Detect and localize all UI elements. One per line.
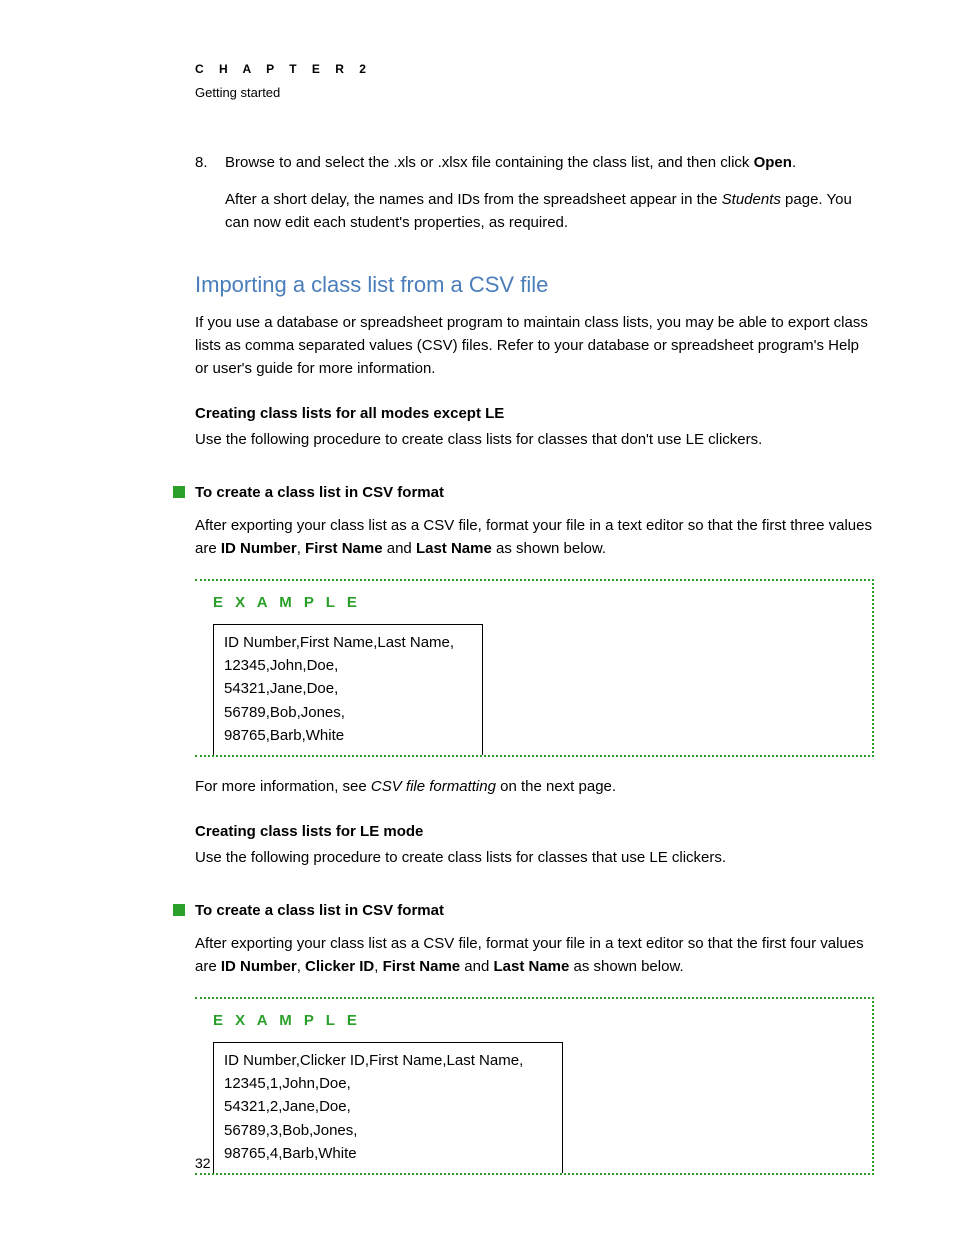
chapter-label: C H A P T E R 2	[195, 60, 874, 79]
bold-text: ID Number	[221, 540, 297, 557]
subheading-1: Creating class lists for all modes excep…	[195, 402, 874, 425]
subheading-2-text: Use the following procedure to create cl…	[195, 846, 874, 869]
example-1-block: E X A M P L E ID Number,First Name,Last …	[195, 579, 874, 758]
csv-line: ID Number,Clicker ID,First Name,Last Nam…	[224, 1049, 552, 1072]
example-label: E X A M P L E	[195, 581, 872, 622]
example-2-csv-box: ID Number,Clicker ID,First Name,Last Nam…	[213, 1042, 563, 1173]
csv-line: 98765,4,Barb,White	[224, 1142, 552, 1165]
bullet-square-icon	[173, 486, 185, 498]
csv-line: 98765,Barb,White	[224, 724, 472, 747]
text: as shown below.	[569, 958, 683, 975]
text: ,	[374, 958, 382, 975]
step-8-line-2: After a short delay, the names and IDs f…	[225, 188, 874, 235]
section-intro: If you use a database or spreadsheet pro…	[195, 311, 874, 381]
csv-line: 56789,3,Bob,Jones,	[224, 1119, 552, 1142]
text: as shown below.	[492, 540, 606, 557]
procedure-1-heading: To create a class list in CSV format	[195, 481, 444, 504]
page-number: 32	[195, 1153, 211, 1175]
csv-line: ID Number,First Name,Last Name,	[224, 631, 472, 654]
bold-text: First Name	[305, 540, 383, 557]
step-8: 8. Browse to and select the .xls or .xls…	[195, 151, 874, 235]
bold-text: Clicker ID	[305, 958, 374, 975]
bold-text: First Name	[383, 958, 461, 975]
csv-line: 54321,2,Jane,Doe,	[224, 1095, 552, 1118]
procedure-2-heading: To create a class list in CSV format	[195, 899, 444, 922]
text: ,	[297, 958, 305, 975]
text: Browse to and select the .xls or .xlsx f…	[225, 154, 754, 171]
procedure-2-text: After exporting your class list as a CSV…	[195, 932, 874, 979]
text: on the next page.	[496, 778, 616, 795]
procedure-2-heading-row: To create a class list in CSV format	[173, 899, 874, 922]
bold-text: Open	[754, 154, 792, 171]
more-info-text: For more information, see CSV file forma…	[195, 775, 874, 798]
chapter-header: C H A P T E R 2 Getting started	[195, 60, 874, 103]
procedure-1-text: After exporting your class list as a CSV…	[195, 514, 874, 561]
subheading-1-text: Use the following procedure to create cl…	[195, 428, 874, 451]
example-2-block: E X A M P L E ID Number,Clicker ID,First…	[195, 997, 874, 1176]
subheading-2: Creating class lists for LE mode	[195, 820, 874, 843]
bold-text: Last Name	[494, 958, 570, 975]
text: .	[792, 154, 796, 171]
csv-line: 12345,John,Doe,	[224, 654, 472, 677]
example-label: E X A M P L E	[195, 999, 872, 1040]
text: After a short delay, the names and IDs f…	[225, 191, 722, 208]
csv-line: 54321,Jane,Doe,	[224, 677, 472, 700]
example-1-csv-box: ID Number,First Name,Last Name, 12345,Jo…	[213, 624, 483, 755]
csv-line: 12345,1,John,Doe,	[224, 1072, 552, 1095]
step-number: 8.	[195, 151, 225, 235]
csv-line: 56789,Bob,Jones,	[224, 701, 472, 724]
italic-text: CSV file formatting	[371, 778, 496, 795]
chapter-subtitle: Getting started	[195, 83, 874, 103]
bullet-square-icon	[173, 904, 185, 916]
text: ,	[297, 540, 305, 557]
text: and	[383, 540, 416, 557]
text: and	[460, 958, 493, 975]
italic-text: Students	[722, 191, 781, 208]
procedure-1-heading-row: To create a class list in CSV format	[173, 481, 874, 504]
bold-text: ID Number	[221, 958, 297, 975]
step-8-line-1: Browse to and select the .xls or .xlsx f…	[225, 151, 874, 174]
text: For more information, see	[195, 778, 371, 795]
bold-text: Last Name	[416, 540, 492, 557]
section-heading: Importing a class list from a CSV file	[195, 268, 874, 302]
